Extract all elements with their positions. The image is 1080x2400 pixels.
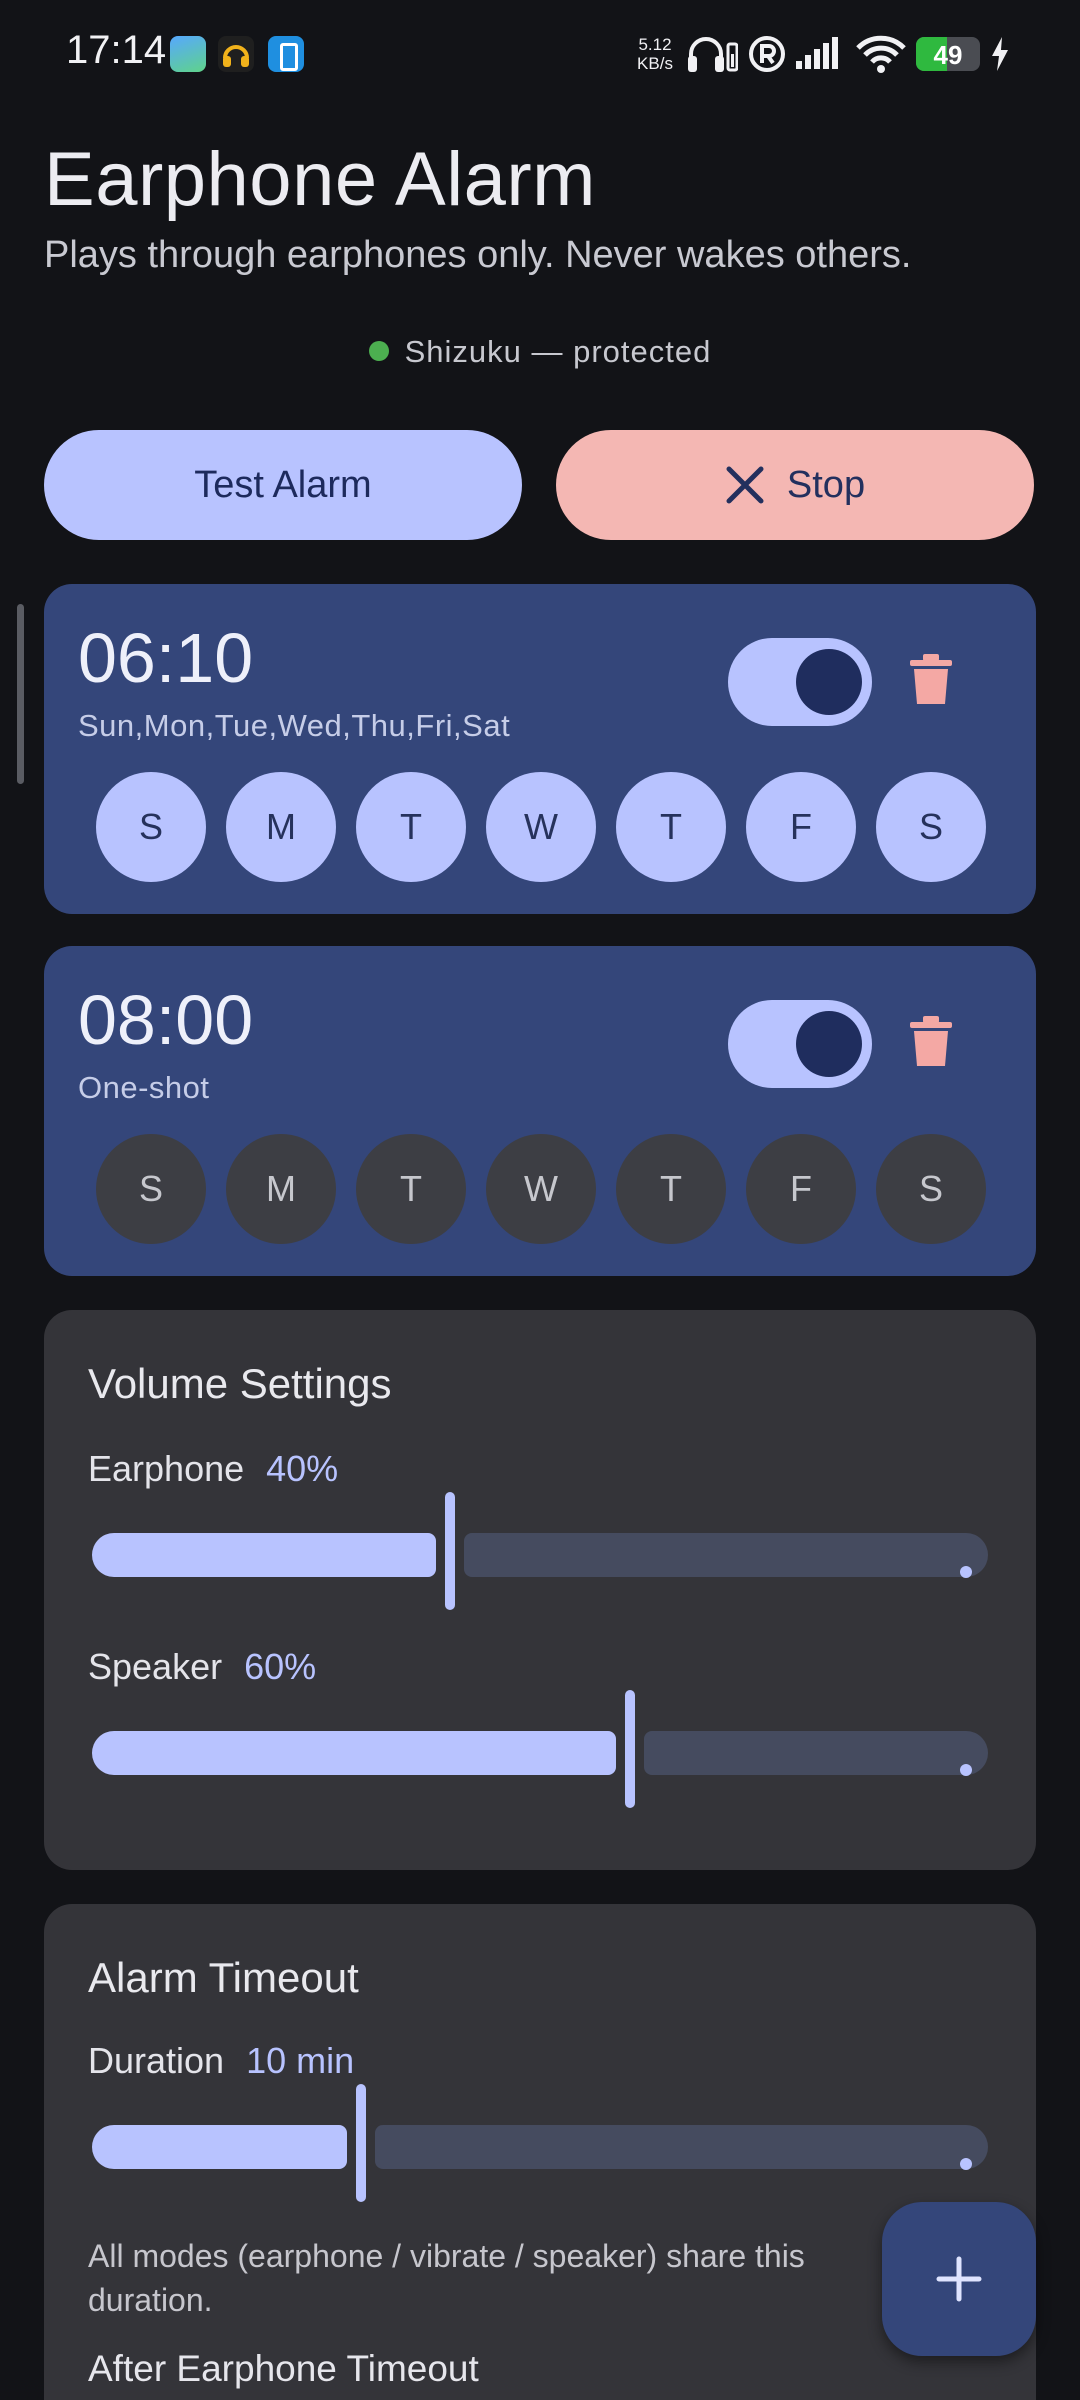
volume-settings-title: Volume Settings <box>88 1360 392 1407</box>
signal-icon <box>796 37 838 69</box>
slider-thumb[interactable] <box>625 1690 635 1808</box>
stop-button[interactable]: Stop <box>556 430 1034 540</box>
slider-stop-dot <box>960 2158 972 2170</box>
alarm-repeat-text: One-shot <box>78 1070 210 1105</box>
day-toggle-tue[interactable]: T <box>356 772 466 882</box>
slider-track <box>644 1731 988 1776</box>
duration-slider[interactable] <box>92 2084 988 2202</box>
day-toggle-sun[interactable]: S <box>96 772 206 882</box>
plus-icon <box>936 2256 982 2302</box>
page-subtitle: Plays through earphones only. Never wake… <box>44 234 912 276</box>
alarm-card[interactable]: 06:10 Sun,Mon,Tue,Wed,Thu,Fri,Sat S M T … <box>44 584 1036 914</box>
earphone-volume-label: Earphone 40% <box>88 1448 339 1489</box>
trash-icon[interactable] <box>910 654 952 706</box>
battery-level: 49 <box>933 40 963 70</box>
alarm-enabled-toggle[interactable] <box>728 638 872 726</box>
headphones-app-icon <box>218 36 254 72</box>
day-toggle-wed[interactable]: W <box>486 772 596 882</box>
day-toggle-thu[interactable]: T <box>616 1134 726 1244</box>
after-earphone-timeout-label: After Earphone Timeout <box>88 2348 479 2389</box>
slider-fill <box>92 1731 616 1775</box>
day-toggle-sun[interactable]: S <box>96 1134 206 1244</box>
wifi-icon <box>856 35 906 73</box>
slider-stop-dot <box>960 1764 972 1776</box>
close-icon <box>726 466 764 504</box>
slider-fill <box>92 1533 436 1577</box>
alarm-time[interactable]: 08:00 <box>78 980 253 1060</box>
trash-icon[interactable] <box>910 1016 952 1068</box>
slider-fill <box>92 2125 347 2169</box>
volume-settings-card: Volume Settings Earphone 40% Speaker 60% <box>44 1310 1036 1870</box>
day-toggle-sat[interactable]: S <box>876 772 986 882</box>
timeout-note: All modes (earphone / vibrate / speaker)… <box>88 2238 805 2318</box>
duration-value: 10 min <box>246 2040 355 2081</box>
day-toggle-thu[interactable]: T <box>616 772 726 882</box>
day-toggle-fri[interactable]: F <box>746 772 856 882</box>
speaker-volume-value: 60% <box>244 1646 317 1687</box>
alarm-enabled-toggle[interactable] <box>728 1000 872 1088</box>
day-toggle-fri[interactable]: F <box>746 1134 856 1244</box>
test-alarm-label: Test Alarm <box>194 463 372 506</box>
status-bar: 17:14 5.12 KB/s 49 <box>0 0 1080 108</box>
toggle-knob <box>796 1011 862 1077</box>
battery-icon: 49 <box>916 37 980 71</box>
slider-thumb[interactable] <box>445 1492 455 1610</box>
test-alarm-button[interactable]: Test Alarm <box>44 430 522 540</box>
alarm-timeout-title: Alarm Timeout <box>88 1954 359 2001</box>
earphone-volume-slider[interactable] <box>92 1492 988 1610</box>
speaker-volume-slider[interactable] <box>92 1690 988 1808</box>
day-toggle-wed[interactable]: W <box>486 1134 596 1244</box>
charging-icon <box>992 37 1008 71</box>
day-toggle-sat[interactable]: S <box>876 1134 986 1244</box>
slider-track <box>375 2125 988 2170</box>
status-icons: 5.12 KB/s 49 <box>634 26 1010 82</box>
day-selector: S M T W T F S <box>96 1134 986 1244</box>
alarm-repeat-text: Sun,Mon,Tue,Wed,Thu,Fri,Sat <box>78 708 511 743</box>
headphones-icon <box>688 37 738 72</box>
toggle-knob <box>796 649 862 715</box>
earphone-volume-value: 40% <box>266 1448 339 1489</box>
status-dot-icon <box>368 341 389 361</box>
alarm-time[interactable]: 06:10 <box>78 618 253 698</box>
shizuku-status-text: Shizuku — protected <box>404 334 712 369</box>
network-speed: 5.12 KB/s <box>637 35 673 73</box>
day-toggle-mon[interactable]: M <box>226 1134 336 1244</box>
status-time: 17:14 <box>66 28 167 72</box>
slider-thumb[interactable] <box>356 2084 366 2202</box>
day-toggle-mon[interactable]: M <box>226 772 336 882</box>
shizuku-status: Shizuku — protected <box>0 334 1080 370</box>
speaker-volume-label: Speaker 60% <box>88 1646 317 1687</box>
day-toggle-tue[interactable]: T <box>356 1134 466 1244</box>
slider-stop-dot <box>960 1566 972 1578</box>
stop-label: Stop <box>786 463 866 506</box>
phone-app-icon <box>268 36 304 72</box>
duration-label: Duration 10 min <box>88 2040 355 2081</box>
page-title: Earphone Alarm <box>44 137 596 222</box>
add-alarm-button[interactable] <box>882 2202 1036 2356</box>
gallery-app-icon <box>170 36 206 72</box>
alarm-card[interactable]: 08:00 One-shot S M T W T F S <box>44 946 1036 1276</box>
registered-icon <box>749 36 785 72</box>
scrollbar[interactable] <box>17 604 24 784</box>
slider-track <box>464 1533 988 1578</box>
day-selector: S M T W T F S <box>96 772 986 882</box>
